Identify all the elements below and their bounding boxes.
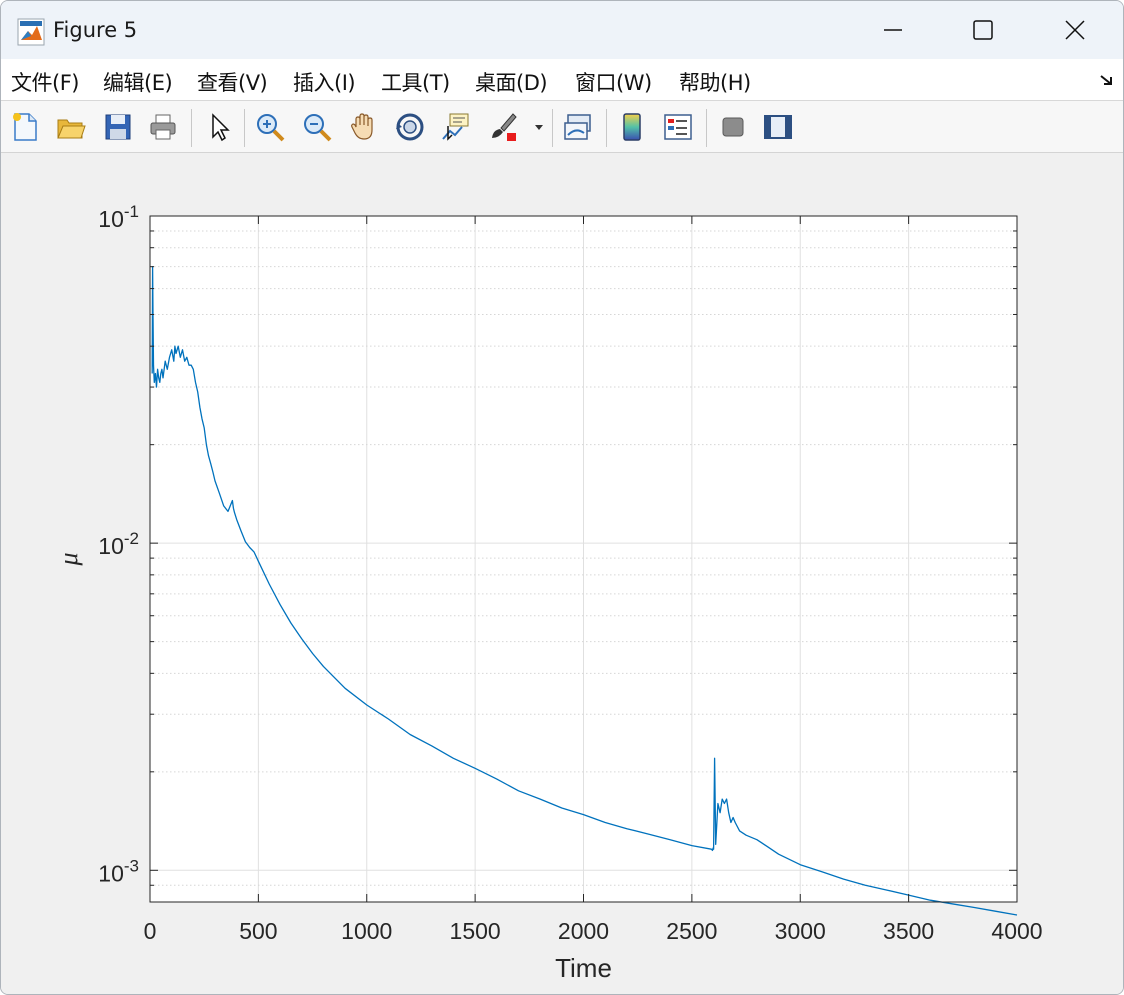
zoom-in-icon xyxy=(257,114,285,142)
save-icon xyxy=(105,114,131,140)
show-plot-tools-button[interactable] xyxy=(760,109,796,145)
brush-dropdown-button[interactable] xyxy=(530,109,548,145)
x-tick-label: 3500 xyxy=(883,918,934,944)
menu-item-1[interactable]: 编辑(E) xyxy=(103,67,173,97)
hide-plot-tools-icon xyxy=(722,117,744,137)
zoom-in-button[interactable] xyxy=(252,109,288,145)
menu-item-7[interactable]: 帮助(H) xyxy=(679,67,751,97)
close-icon xyxy=(1065,20,1085,40)
toolbar-separator xyxy=(244,109,245,147)
minimize-button[interactable] xyxy=(847,1,939,59)
menu-item-6[interactable]: 窗口(W) xyxy=(575,67,652,97)
new-figure-button[interactable] xyxy=(7,109,43,145)
print-button[interactable] xyxy=(145,109,181,145)
rotate-3d-button[interactable] xyxy=(392,109,428,145)
menu-item-2[interactable]: 查看(V) xyxy=(197,67,268,97)
close-button[interactable] xyxy=(1029,1,1121,59)
data-cursor-icon xyxy=(442,113,469,141)
maximize-icon xyxy=(973,20,993,40)
toolbar-separator xyxy=(706,109,707,147)
toolbar-separator xyxy=(552,109,553,147)
rotate-3d-icon xyxy=(396,113,424,141)
zoom-out-button[interactable] xyxy=(299,109,335,145)
minimize-icon xyxy=(884,29,902,31)
maximize-button[interactable] xyxy=(937,1,1029,59)
matlab-logo-icon xyxy=(17,18,45,46)
edit-plot-button[interactable] xyxy=(201,109,237,145)
pan-hand-icon xyxy=(351,113,373,140)
pointer-icon xyxy=(212,113,230,142)
title-bar[interactable]: Figure 5 xyxy=(1,1,1123,59)
window-title: Figure 5 xyxy=(53,18,138,42)
brush-button[interactable] xyxy=(485,109,521,145)
pan-button[interactable] xyxy=(345,109,381,145)
brush-icon xyxy=(492,113,517,141)
toolbar-separator xyxy=(606,109,607,147)
menu-item-5[interactable]: 桌面(D) xyxy=(475,67,548,97)
menu-item-3[interactable]: 插入(I) xyxy=(293,67,356,97)
link-plot-icon xyxy=(564,114,591,140)
x-tick-label: 0 xyxy=(144,918,157,944)
chevron-down-icon xyxy=(535,125,543,130)
figure-canvas: 0 500 1000 1500 2000 2500 3000 3500 4000 10-1 10-2… xyxy=(1,153,1123,994)
x-axis-label: Time xyxy=(555,953,612,983)
x-tick-label: 1000 xyxy=(341,918,392,944)
save-button[interactable] xyxy=(100,109,136,145)
hide-plot-tools-button[interactable] xyxy=(715,109,751,145)
menu-item-4[interactable]: 工具(T) xyxy=(381,67,450,97)
zoom-out-icon xyxy=(304,114,332,142)
show-plot-tools-icon xyxy=(764,115,792,139)
x-tick-label: 1500 xyxy=(450,918,501,944)
open-file-icon xyxy=(57,119,86,139)
x-tick-label: 2500 xyxy=(666,918,717,944)
x-tick-label: 3000 xyxy=(775,918,826,944)
figure-toolbar xyxy=(1,101,1123,153)
colorbar-icon xyxy=(623,113,641,141)
insert-legend-button[interactable] xyxy=(660,109,696,145)
open-file-button[interactable] xyxy=(53,109,89,145)
legend-icon xyxy=(664,114,692,140)
menu-bar: 文件(F) 编辑(E) 查看(V) 插入(I) 工具(T) 桌面(D) 窗口(W) 帮助(H) xyxy=(1,59,1123,101)
x-tick-label: 2000 xyxy=(558,918,609,944)
y-tick-label: 10-2 xyxy=(98,529,139,559)
link-plot-button[interactable] xyxy=(560,109,596,145)
data-cursor-button[interactable] xyxy=(438,109,474,145)
x-tick-label: 500 xyxy=(239,918,277,944)
dock-arrow-icon[interactable] xyxy=(1098,71,1116,89)
line-chart[interactable]: 0 500 1000 1500 2000 2500 3000 3500 4000 10-1 10-2… xyxy=(1,153,1123,993)
new-figure-icon xyxy=(13,113,37,141)
print-icon xyxy=(150,114,176,140)
figure-window: Figure 5 文件(F) 编辑(E) 查看(V) 插入(I) 工具(T) 桌面(D) 窗… xyxy=(0,0,1124,995)
y-axis-label: μ xyxy=(54,552,83,566)
y-tick-label: 10-1 xyxy=(98,202,139,232)
menu-item-0[interactable]: 文件(F) xyxy=(11,67,79,97)
insert-colorbar-button[interactable] xyxy=(614,109,650,145)
y-tick-label: 10-3 xyxy=(98,856,139,886)
toolbar-separator xyxy=(191,109,192,147)
x-tick-label: 4000 xyxy=(991,918,1042,944)
